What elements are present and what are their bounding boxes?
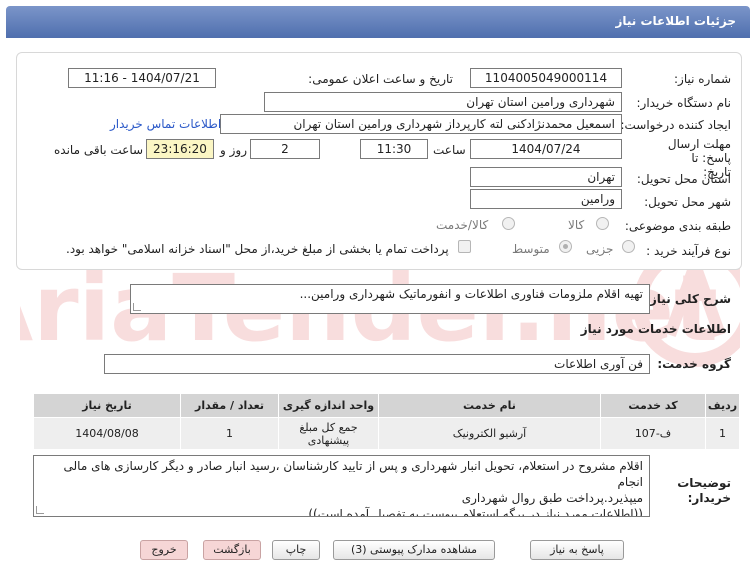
- buyer-contact-link[interactable]: اطلاعات تماس خریدار: [110, 117, 221, 131]
- province-label: استان محل تحویل:: [636, 172, 731, 186]
- need-number-label: شماره نیاز:: [674, 72, 731, 86]
- col-header-unit: واحد اندازه گیری: [278, 393, 379, 418]
- deadline-date-field[interactable]: 1404/07/24: [470, 139, 622, 159]
- remaining-days-field: 2: [250, 139, 320, 159]
- summary-text: تهیه اقلام ملزومات فناوری اطلاعات و انفو…: [299, 287, 643, 301]
- window-title-bar: جزئیات اطلاعات نیاز: [6, 6, 750, 38]
- category-goods-label: کالا: [568, 218, 585, 232]
- col-header-need-date: تاریخ نیاز: [33, 393, 181, 418]
- col-header-service-code: کد خدمت: [600, 393, 706, 418]
- remaining-time-label: ساعت باقی مانده: [54, 143, 144, 157]
- exit-button[interactable]: خروج: [140, 540, 188, 560]
- cell-unit: جمع کل مبلغ پیشنهادی: [278, 417, 379, 450]
- cell-service-name: آرشیو الکترونیک: [378, 417, 601, 450]
- remaining-time-field: 23:16:20: [146, 139, 214, 159]
- print-button[interactable]: چاپ: [272, 540, 320, 560]
- cell-row-number: 1: [705, 417, 740, 450]
- buyer-notes-field[interactable]: اقلام مشروح در استعلام، تحویل انبار شهرد…: [33, 455, 650, 517]
- resize-handle-icon[interactable]: [133, 303, 141, 311]
- purchase-minor-radio[interactable]: [622, 240, 635, 253]
- summary-label: شرح کلی نیاز:: [645, 292, 731, 306]
- deadline-time-label: ساعت: [433, 143, 466, 157]
- table-header-row: ردیف کد خدمت نام خدمت واحد اندازه گیری ت…: [33, 393, 740, 418]
- purchase-type-label: نوع فرآیند خرید :: [646, 244, 731, 258]
- view-attachments-button[interactable]: مشاهده مدارک پیوستی (3): [333, 540, 495, 560]
- service-group-field[interactable]: فن آوری اطلاعات: [104, 354, 650, 374]
- category-goods-service-radio[interactable]: [502, 217, 515, 230]
- cell-quantity: 1: [180, 417, 279, 450]
- treasury-payment-label: پرداخت تمام یا بخشی از مبلغ خرید،از محل …: [66, 242, 449, 256]
- cell-need-date: 1404/08/08: [33, 417, 181, 450]
- announce-datetime-label: تاریخ و ساعت اعلان عمومی:: [308, 72, 453, 86]
- col-header-quantity: تعداد / مقدار: [180, 393, 279, 418]
- col-header-service-name: نام خدمت: [378, 393, 601, 418]
- buyer-org-field[interactable]: شهرداری ورامین استان تهران: [264, 92, 622, 112]
- window-title: جزئیات اطلاعات نیاز: [615, 14, 736, 28]
- resize-handle-icon[interactable]: [36, 506, 44, 514]
- treasury-payment-checkbox[interactable]: [458, 240, 471, 253]
- col-header-row-number: ردیف: [705, 393, 740, 418]
- city-label: شهر محل تحویل:: [644, 195, 731, 209]
- need-number-field[interactable]: 1104005049000114: [470, 68, 622, 88]
- province-field[interactable]: تهران: [470, 167, 622, 187]
- purchase-medium-radio[interactable]: [559, 240, 572, 253]
- back-button[interactable]: بازگشت: [203, 540, 261, 560]
- buyer-notes-line-2: میپذیرد.پرداخت طبق روال شهرداری: [461, 491, 643, 505]
- buyer-notes-line-3: ((اطلاعات مورد نیاز در برگه استعلام پیوس…: [308, 507, 643, 517]
- service-group-label: گروه خدمت:: [657, 357, 731, 371]
- requester-label: ایجاد کننده درخواست:: [620, 118, 731, 132]
- category-goods-service-label: کالا/خدمت: [436, 218, 489, 232]
- reply-button[interactable]: پاسخ به نیاز: [530, 540, 624, 560]
- cell-service-code: ف-107: [600, 417, 706, 450]
- buyer-org-label: نام دستگاه خریدار:: [636, 96, 732, 110]
- category-label: طبقه بندی موضوعی:: [624, 219, 731, 233]
- category-goods-radio[interactable]: [596, 217, 609, 230]
- deadline-time-field[interactable]: 11:30: [360, 139, 428, 159]
- purchase-minor-label: جزیی: [586, 242, 614, 256]
- purchase-medium-label: متوسط: [512, 242, 550, 256]
- services-section-title: اطلاعات خدمات مورد نیاز: [580, 322, 731, 336]
- table-row[interactable]: 1 ف-107 آرشیو الکترونیک جمع کل مبلغ پیشن…: [33, 417, 740, 450]
- requester-field[interactable]: اسمعیل محمدنژادکنی لته کارپرداز شهرداری …: [220, 114, 622, 134]
- announce-datetime-field[interactable]: 1404/07/21 - 11:16: [68, 68, 216, 88]
- summary-field[interactable]: تهیه اقلام ملزومات فناوری اطلاعات و انفو…: [130, 284, 650, 314]
- days-label: روز و: [220, 143, 247, 157]
- city-field[interactable]: ورامین: [470, 189, 622, 209]
- buyer-notes-label: توضیحات خریدار:: [677, 476, 731, 505]
- buyer-notes-line-1: اقلام مشروح در استعلام، تحویل انبار شهرد…: [63, 459, 643, 489]
- services-table: ردیف کد خدمت نام خدمت واحد اندازه گیری ت…: [33, 393, 740, 450]
